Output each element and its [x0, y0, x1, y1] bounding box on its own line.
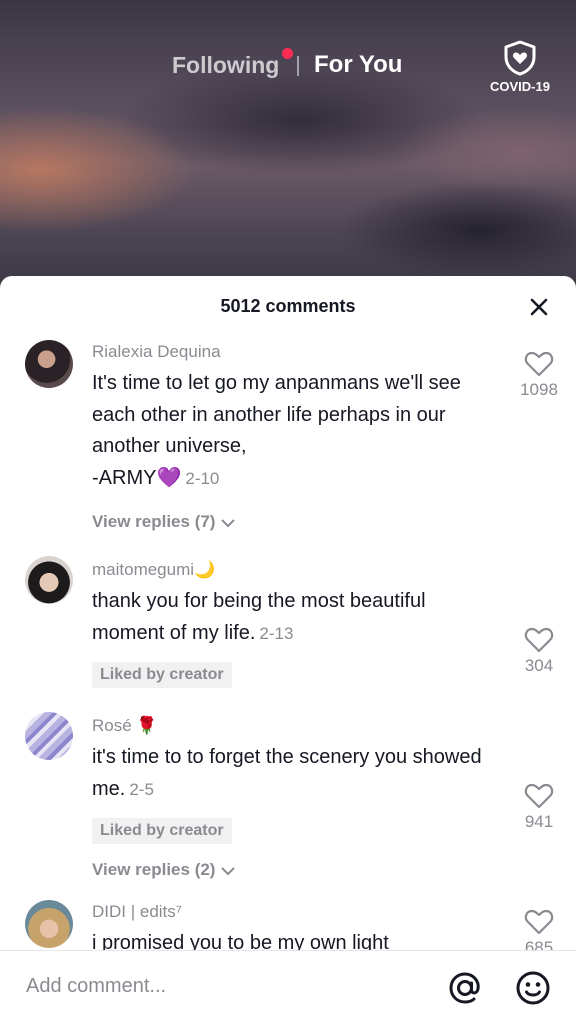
tab-divider — [297, 56, 299, 76]
comment-body: i promised you to be my own light — [92, 932, 389, 950]
comment-body: It's time to let go my anpanmans we'll s… — [92, 372, 461, 489]
comment-date: 2-13 — [259, 623, 294, 643]
add-comment-input[interactable]: Add comment... — [26, 975, 166, 998]
heart-icon[interactable] — [524, 782, 554, 810]
covid-label[interactable]: COVID-19 — [478, 79, 562, 94]
heart-icon[interactable] — [524, 626, 554, 654]
like-count: 1098 — [520, 380, 558, 399]
comment-username[interactable]: Rialexia Dequina — [92, 342, 221, 362]
comment-composer: Add comment... — [0, 950, 576, 1024]
video-background[interactable] — [0, 0, 576, 300]
emoji-icon[interactable] — [514, 969, 552, 1007]
heart-icon[interactable] — [524, 908, 554, 936]
comments-count-title: 5012 comments — [220, 296, 356, 316]
liked-by-creator-badge: Liked by creator — [92, 818, 232, 844]
view-replies-button[interactable]: View replies (7) — [92, 512, 236, 532]
liked-by-creator-badge: Liked by creator — [92, 662, 232, 688]
tab-following[interactable]: Following — [172, 52, 279, 79]
like-count: 304 — [524, 656, 554, 675]
comment-username[interactable]: DIDI | edits⁷ — [92, 902, 182, 922]
mention-icon[interactable] — [446, 969, 484, 1007]
comment-text: i promised you to be my own light — [92, 928, 492, 950]
comment-text: It's time to let go my anpanmans we'll s… — [92, 368, 492, 494]
tab-for-you[interactable]: For You — [314, 51, 402, 79]
following-notification-dot — [282, 48, 293, 59]
view-replies-label: View replies (7) — [92, 512, 216, 531]
avatar[interactable] — [25, 712, 73, 760]
heart-icon[interactable] — [524, 350, 554, 378]
comments-sheet: 5012 comments Rialexia Dequina It's time… — [0, 276, 576, 1024]
comment-username[interactable]: maitomegumi🌙 — [92, 560, 215, 580]
avatar[interactable] — [25, 900, 73, 948]
chevron-down-icon — [221, 866, 235, 875]
comment-text: thank you for being the most beautiful m… — [92, 586, 492, 649]
view-replies-label: View replies (2) — [92, 860, 216, 879]
comment-date: 2-10 — [185, 468, 220, 488]
like-count: 941 — [524, 812, 554, 831]
comments-list[interactable]: Rialexia Dequina It's time to let go my … — [0, 334, 576, 950]
sheet-header: 5012 comments — [0, 276, 576, 336]
avatar[interactable] — [25, 340, 73, 388]
close-icon[interactable] — [524, 292, 554, 322]
comment-username[interactable]: Rosé 🌹 — [92, 716, 158, 736]
view-replies-button[interactable]: View replies (2) — [92, 860, 236, 880]
comment-date: 2-5 — [129, 779, 154, 799]
shield-heart-icon[interactable] — [503, 40, 537, 76]
like-count: 685 — [524, 938, 554, 950]
comment-text: it's time to to forget the scenery you s… — [92, 742, 492, 805]
avatar[interactable] — [25, 556, 73, 604]
chevron-down-icon — [221, 518, 235, 527]
